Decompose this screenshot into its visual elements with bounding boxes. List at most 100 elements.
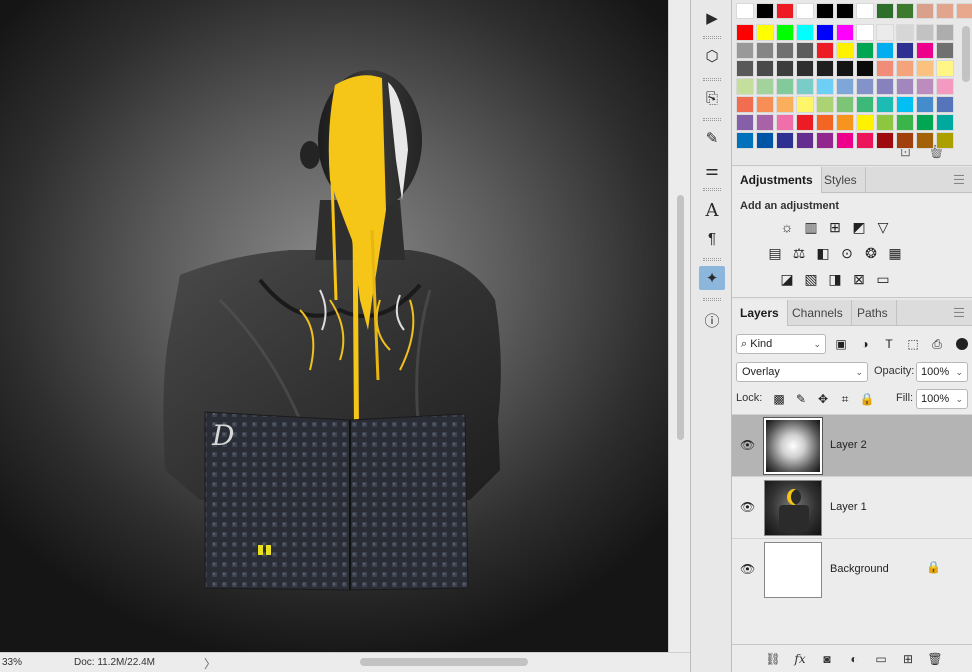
layer-row[interactable]: 👁 Layer 2 (732, 414, 972, 476)
color-swatch[interactable] (896, 3, 914, 19)
color-swatch[interactable] (916, 96, 934, 113)
swatches-scrollbar[interactable] (962, 26, 970, 82)
type-filter-icon[interactable]: T (880, 335, 898, 353)
color-swatch[interactable] (896, 132, 914, 149)
exposure-icon[interactable]: ◩ (850, 218, 868, 236)
color-swatch[interactable] (876, 78, 894, 95)
panel-grip[interactable] (703, 78, 721, 81)
color-swatch[interactable] (876, 60, 894, 77)
horizontal-scroll-thumb[interactable] (360, 658, 528, 666)
color-swatch[interactable] (936, 24, 954, 41)
color-swatch[interactable] (876, 114, 894, 131)
transform-icon[interactable]: ⎘ (699, 86, 725, 110)
tab-channels[interactable]: Channels (784, 300, 852, 326)
layer-name[interactable]: Layer 1 (830, 501, 867, 513)
delete-layer-icon[interactable]: 🗑 (926, 651, 944, 667)
color-swatch[interactable] (896, 42, 914, 59)
color-swatch[interactable] (936, 78, 954, 95)
color-swatch[interactable] (816, 114, 834, 131)
color-swatch[interactable] (836, 24, 854, 41)
smart-object-filter-icon[interactable]: ⎙ (928, 335, 946, 353)
color-swatch[interactable] (856, 42, 874, 59)
color-swatch[interactable] (776, 24, 794, 41)
tab-styles[interactable]: Styles (816, 167, 866, 193)
character-icon[interactable]: A (699, 198, 725, 222)
color-swatch[interactable] (856, 60, 874, 77)
panel-grip[interactable] (703, 36, 721, 39)
color-swatch[interactable] (816, 96, 834, 113)
color-swatch[interactable] (836, 60, 854, 77)
color-swatch[interactable] (876, 96, 894, 113)
color-swatch[interactable] (796, 3, 814, 19)
color-swatch[interactable] (936, 96, 954, 113)
color-swatch[interactable] (836, 132, 854, 149)
pixel-filter-icon[interactable]: ▣ (832, 335, 850, 353)
color-swatch[interactable] (916, 60, 934, 77)
color-swatch[interactable] (756, 42, 774, 59)
color-swatch[interactable] (876, 42, 894, 59)
layer-row[interactable]: 👁 Layer 1 (732, 476, 972, 538)
color-swatch[interactable] (836, 42, 854, 59)
info-icon[interactable]: ⓘ (699, 308, 725, 332)
color-swatch[interactable] (816, 60, 834, 77)
panel-grip[interactable] (703, 258, 721, 261)
color-swatch[interactable] (816, 24, 834, 41)
color-swatch[interactable] (856, 24, 874, 41)
color-swatch[interactable] (756, 132, 774, 149)
color-swatch[interactable] (736, 96, 754, 113)
color-swatch[interactable] (776, 42, 794, 59)
panel-grip[interactable] (703, 188, 721, 191)
color-swatch[interactable] (876, 132, 894, 149)
plugin-icon[interactable]: ✦ (699, 266, 725, 290)
color-swatch[interactable] (836, 96, 854, 113)
color-swatch[interactable] (776, 114, 794, 131)
color-swatch[interactable] (896, 114, 914, 131)
kind-filter-select[interactable]: ⌕ Kind ⌄ (736, 334, 826, 354)
color-swatch[interactable] (896, 60, 914, 77)
color-swatch[interactable] (756, 60, 774, 77)
fill-field[interactable]: 100% ⌄ (916, 389, 968, 409)
lock-all-icon[interactable]: 🔒 (858, 390, 876, 408)
color-swatch[interactable] (796, 114, 814, 131)
layers-panel-menu-icon[interactable]: ― ― ― (954, 304, 966, 322)
tab-paths[interactable]: Paths (849, 300, 897, 326)
color-swatch[interactable] (816, 132, 834, 149)
color-swatch[interactable] (836, 114, 854, 131)
color-swatch[interactable] (796, 60, 814, 77)
vertical-scroll-thumb[interactable] (677, 195, 684, 440)
color-swatch[interactable] (916, 24, 934, 41)
layer-mask-icon[interactable]: ◙ (818, 651, 836, 667)
color-swatch[interactable] (796, 78, 814, 95)
color-swatch[interactable] (776, 96, 794, 113)
color-swatch[interactable] (896, 78, 914, 95)
eye-icon[interactable]: 👁 (740, 500, 755, 514)
sliders-icon[interactable]: ⚌ (699, 158, 725, 182)
layer-style-icon[interactable]: fx (791, 651, 809, 667)
lock-transparent-icon[interactable]: ▩ (770, 390, 788, 408)
color-swatch[interactable] (836, 3, 854, 19)
color-swatch[interactable] (936, 60, 954, 77)
lock-icon[interactable]: 🔒 (926, 560, 941, 574)
color-swatch[interactable] (856, 114, 874, 131)
new-fill-adjustment-icon[interactable]: ◐ (845, 651, 863, 667)
color-swatch[interactable] (956, 3, 972, 19)
posterize-icon[interactable]: ▧ (802, 270, 820, 288)
curves-icon[interactable]: ⊞ (826, 218, 844, 236)
lock-artboard-icon[interactable]: ⌗ (836, 390, 854, 408)
color-swatch[interactable] (896, 24, 914, 41)
shape-filter-icon[interactable]: ⬚ (904, 335, 922, 353)
new-group-icon[interactable]: ▭ (872, 651, 890, 667)
color-swatch[interactable] (736, 42, 754, 59)
panel-grip[interactable] (703, 118, 721, 121)
color-swatch[interactable] (856, 96, 874, 113)
invert-icon[interactable]: ◪ (778, 270, 796, 288)
color-swatch[interactable] (916, 114, 934, 131)
channel-mixer-icon[interactable]: ❂ (862, 244, 880, 262)
vibrance-icon[interactable]: ▽ (874, 218, 892, 236)
selective-color-icon[interactable]: ⊠ (850, 270, 868, 288)
zoom-level[interactable]: 33% (2, 657, 22, 668)
color-swatch[interactable] (836, 78, 854, 95)
color-swatch[interactable] (936, 3, 954, 19)
levels-icon[interactable]: ▥ (802, 218, 820, 236)
color-swatch[interactable] (876, 3, 894, 19)
